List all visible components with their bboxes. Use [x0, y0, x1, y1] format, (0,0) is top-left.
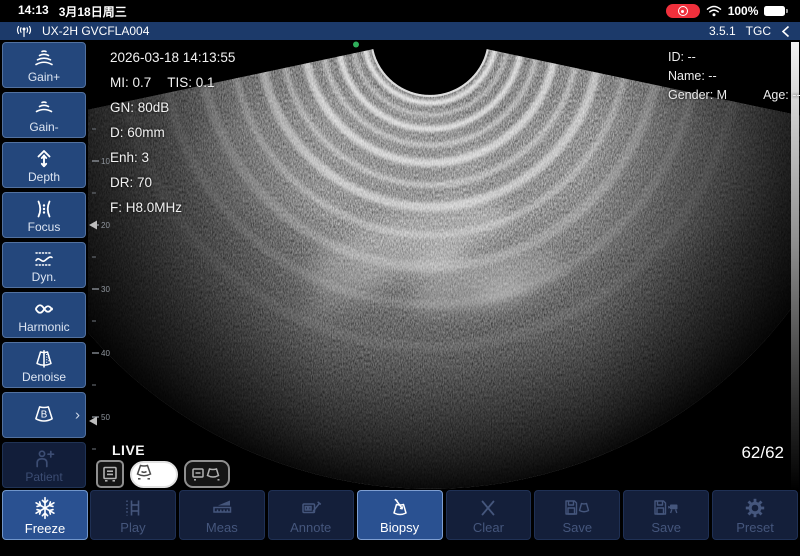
annote-button[interactable]: Annote — [268, 490, 354, 540]
gain-plus-icon — [31, 47, 57, 71]
meas-button[interactable]: Meas — [179, 490, 265, 540]
grayscale-bar — [791, 42, 799, 490]
play-button[interactable]: Play — [90, 490, 176, 540]
report-view-button[interactable] — [96, 460, 124, 488]
tgc-button[interactable]: TGC — [746, 24, 771, 38]
dual-view-button[interactable] — [184, 460, 230, 488]
chevron-left-icon[interactable] — [781, 25, 790, 38]
tis-value: TIS: 0.1 — [167, 75, 214, 90]
b-probe-icon: B — [29, 402, 59, 428]
save-video-label: Save — [651, 521, 681, 534]
svg-text:20: 20 — [101, 221, 110, 230]
wifi-icon — [706, 5, 722, 17]
clock-date: 3月18日周三 — [59, 3, 127, 20]
save-video-icon — [651, 496, 681, 520]
biopsy-button[interactable]: Biopsy — [357, 490, 443, 540]
svg-text:B: B — [41, 410, 48, 421]
freeze-button[interactable]: Freeze — [2, 490, 88, 540]
preset-gear-icon — [743, 496, 767, 520]
save-video-button[interactable]: Save — [623, 490, 709, 540]
frame-counter: 62/62 — [741, 443, 784, 463]
biopsy-icon — [387, 496, 413, 520]
gain-plus-button[interactable]: Gain+ — [2, 42, 86, 88]
enhance-value: Enh: 3 — [110, 145, 235, 170]
meas-label: Meas — [206, 521, 238, 534]
focus-icon — [31, 197, 57, 221]
chevron-right-icon: › — [75, 407, 80, 424]
save-image-icon — [562, 496, 592, 520]
gain-minus-button[interactable]: Gain- — [2, 92, 86, 138]
cine-play-icon — [121, 496, 145, 520]
view-mode-switcher — [96, 460, 230, 488]
annotate-icon — [299, 496, 323, 520]
patient-age: Age: -- — [763, 86, 800, 105]
b-probe-button[interactable]: B › B — [2, 392, 86, 438]
denoise-button[interactable]: Denoise — [2, 342, 86, 388]
ultrasound-image-area[interactable]: 10 20 30 40 50 2026-03-18 14:13:55 MI: 0… — [88, 40, 800, 490]
harmonic-label: Harmonic — [18, 321, 69, 333]
snowflake-icon — [32, 495, 58, 521]
svg-text:40: 40 — [101, 349, 110, 358]
live-status-label: LIVE — [112, 442, 145, 458]
svg-text:50: 50 — [101, 413, 110, 422]
focus-label: Focus — [28, 221, 61, 233]
gain-value: GN: 80dB — [110, 95, 235, 120]
antenna-icon — [14, 25, 34, 38]
dynamic-range-value: DR: 70 — [110, 170, 235, 195]
patient-gender: Gender: M — [668, 86, 727, 105]
preset-label: Preset — [736, 521, 774, 534]
dynamic-range-icon — [31, 247, 57, 271]
depth-button[interactable]: Depth — [2, 142, 86, 188]
save-image-button[interactable]: Save — [534, 490, 620, 540]
orientation-marker-dot — [353, 42, 359, 48]
mi-value: MI: 0.7 — [110, 75, 151, 90]
patient-id: ID: -- — [668, 48, 800, 67]
gain-plus-label: Gain+ — [28, 71, 60, 83]
gain-minus-label: Gain- — [29, 121, 58, 133]
patient-info-overlay: ID: -- Name: -- Gender: M Age: -- — [668, 48, 800, 105]
clear-button[interactable]: Clear — [446, 490, 532, 540]
harmonic-icon — [30, 297, 58, 321]
dynamic-range-button[interactable]: Dyn. — [2, 242, 86, 288]
annote-label: Annote — [290, 521, 331, 534]
biopsy-label: Biopsy — [380, 521, 419, 534]
depth-icon — [31, 147, 57, 171]
clear-label: Clear — [473, 521, 504, 534]
patient-icon — [31, 447, 57, 471]
save-image-label: Save — [562, 521, 592, 534]
left-control-sidebar: Gain+ Gain- Depth — [0, 40, 88, 488]
denoise-icon — [31, 347, 57, 371]
clock-time: 14:13 — [18, 3, 49, 20]
denoise-label: Denoise — [22, 371, 66, 383]
app-version: 3.5.1 — [709, 24, 736, 38]
ultrasound-app-screen: 14:13 3月18日周三 100% UX-2H GVCFL — [0, 0, 800, 556]
scan-datetime: 2026-03-18 14:13:55 — [110, 45, 235, 70]
gain-minus-icon — [31, 97, 57, 121]
harmonic-button[interactable]: Harmonic — [2, 292, 86, 338]
depth-label: Depth — [28, 171, 60, 183]
dynamic-range-label: Dyn. — [32, 271, 57, 283]
b-fan-view-button[interactable] — [130, 461, 178, 488]
freeze-label: Freeze — [25, 521, 65, 536]
depth-value: D: 60mm — [110, 120, 235, 145]
screen-record-indicator-icon[interactable] — [666, 4, 700, 18]
battery-percent: 100% — [728, 4, 759, 18]
frequency-value: F: H8.0MHz — [110, 195, 235, 220]
preset-button[interactable]: Preset — [712, 490, 798, 540]
clear-icon — [476, 496, 500, 520]
scan-parameters-overlay: 2026-03-18 14:13:55 MI: 0.7 TIS: 0.1 GN: … — [110, 45, 235, 220]
focus-button[interactable]: Focus — [2, 192, 86, 238]
patient-button[interactable]: Patient — [2, 442, 86, 488]
device-title: UX-2H GVCFLA004 — [42, 24, 149, 38]
patient-name: Name: -- — [668, 67, 800, 86]
ios-status-bar: 14:13 3月18日周三 100% — [0, 0, 800, 22]
bottom-toolbar: Play Meas Annote — [90, 490, 798, 540]
measure-icon — [210, 496, 234, 520]
play-label: Play — [120, 521, 145, 534]
battery-icon — [764, 6, 788, 16]
svg-text:30: 30 — [101, 285, 110, 294]
patient-label: Patient — [25, 471, 62, 483]
app-title-bar: UX-2H GVCFLA004 3.5.1 TGC — [0, 22, 800, 40]
